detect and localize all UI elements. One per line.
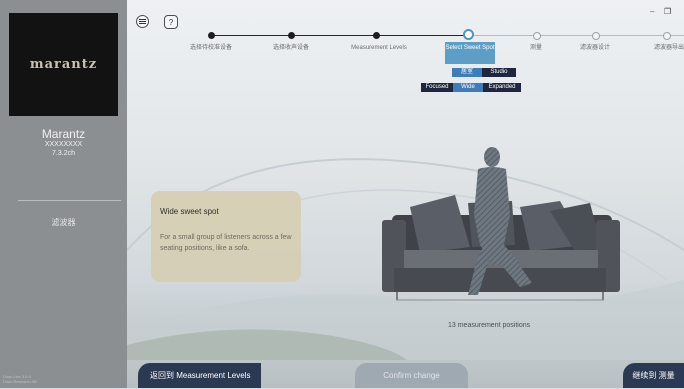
step-dot-3[interactable]	[373, 32, 380, 39]
stepper-track-pending	[468, 35, 684, 36]
spot-option-expanded[interactable]: Expanded	[483, 83, 521, 92]
measurement-positions-label: 13 measurement positions	[448, 322, 531, 329]
device-channels: 7.3.2ch	[52, 150, 75, 157]
step-dot-6	[592, 32, 600, 40]
step-dot-4-current[interactable]	[463, 29, 474, 40]
mode-option-home[interactable]: 居室	[452, 68, 482, 77]
step-label-1[interactable]: 选择待校准设备	[176, 44, 246, 52]
info-card-title: Wide sweet spot	[160, 207, 219, 216]
maximize-window-icon[interactable]: ❐	[664, 7, 671, 16]
step-dot-5	[533, 32, 541, 40]
next-button[interactable]: 继续到 测量	[623, 363, 684, 388]
step-label-3[interactable]: Measurement Levels	[342, 44, 416, 52]
step-dot-1[interactable]	[208, 32, 215, 39]
step-dot-7	[663, 32, 671, 40]
back-button[interactable]: 返回到 Measurement Levels	[138, 363, 261, 388]
menu-icon[interactable]	[136, 15, 149, 28]
sidebar-item-filter[interactable]: 滤波器	[0, 217, 127, 228]
step-label-5: 测量	[529, 45, 542, 51]
minimize-window-icon[interactable]: –	[650, 7, 654, 16]
device-name: Marantz	[41, 127, 86, 141]
help-button[interactable]: ?	[164, 15, 178, 29]
mode-option-studio[interactable]: Studio	[482, 68, 516, 77]
spot-option-wide[interactable]: Wide	[453, 83, 483, 92]
step-label-2[interactable]: 选择收声设备	[256, 44, 326, 52]
sofa-illustration	[382, 147, 620, 301]
step-label-7: 滤波器导出	[653, 45, 684, 51]
confirm-change-button[interactable]: Confirm change	[355, 363, 468, 388]
device-model: XXXXXXXX	[44, 141, 83, 148]
brand-logo: marantz	[9, 13, 118, 116]
spot-option-focused[interactable]: Focused	[421, 83, 453, 92]
brand-logo-text: marantz	[29, 57, 98, 72]
stepper-track-done	[211, 35, 468, 36]
info-card-body: For a small group of listeners across a …	[160, 234, 292, 252]
step-dot-2[interactable]	[288, 32, 295, 39]
app-vendor-line: Dirac Research AB	[3, 379, 37, 384]
step-label-6: 滤波器设计	[579, 45, 610, 51]
sidebar: marantz Marantz XXXXXXXX 7.3.2ch 滤波器 Dir…	[0, 0, 127, 388]
step-label-4-current[interactable]: Select Sweet Spot	[445, 42, 495, 64]
app-version: Dirac Live 3.6.4 Dirac Research AB	[3, 374, 37, 384]
sidebar-divider	[18, 200, 121, 201]
